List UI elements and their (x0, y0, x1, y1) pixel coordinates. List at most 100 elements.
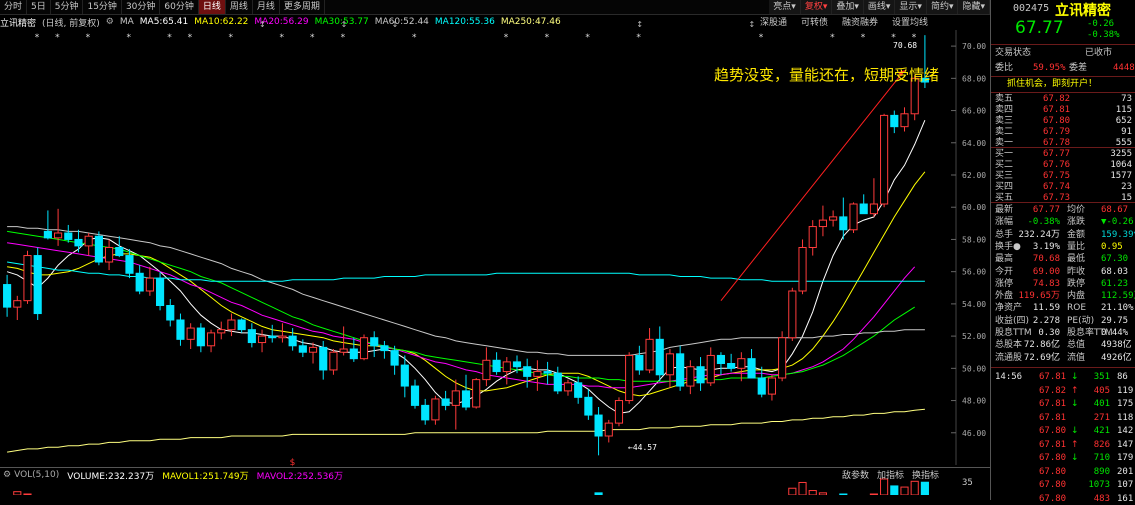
info-marker-icon: ↕ (636, 20, 643, 29)
stat-row: 最高 70.68 最低 67.30 (995, 254, 1135, 265)
candle-body (441, 398, 450, 406)
order-book-level: 卖五 (995, 94, 1014, 104)
stat-row: 外盘 119.65万内盘 112.59万 (995, 291, 1135, 302)
price-axis-label: 66.00 (962, 107, 986, 116)
event-marker-icon: * (504, 33, 509, 43)
candle-body (349, 348, 358, 360)
volume-bar (818, 492, 827, 495)
stat-value: ▼-0.26 (1101, 217, 1134, 228)
candle-body (584, 396, 593, 416)
tick-volume: 421 (1093, 426, 1110, 436)
order-book-level: 买四 (995, 182, 1014, 192)
open-account-link[interactable]: 抓住机会，即刻开户！ (1007, 79, 1135, 90)
tick-count: 86 (1117, 372, 1128, 382)
info-marker-icon: ↕ (259, 20, 266, 29)
stat-value: 0.95 (1101, 241, 1123, 252)
tick-row: 67.80 890 201 (995, 467, 1135, 478)
candle-body (105, 247, 114, 263)
last-price: 67.77 (1015, 18, 1064, 38)
stat-row: 总手 232.24万金额 159.39亿 (995, 230, 1135, 241)
stat-value: 72.86亿 (1023, 340, 1060, 351)
candle-body (278, 335, 287, 339)
candle-body (778, 337, 787, 379)
volume-tool-button[interactable]: 敌参数 (842, 468, 869, 481)
volume-bar (13, 491, 22, 495)
candle-body (3, 284, 12, 308)
price-axis-label: 50.00 (962, 364, 986, 373)
tick-row: 67.81 271 118 (995, 413, 1135, 424)
tick-count: 107 (1117, 480, 1134, 490)
order-book-price: 67.80 (1043, 116, 1071, 126)
quote-panel: 002475 立讯精密 67.77 -0.26 -0.38% 交易状态 已收市 … (990, 0, 1135, 504)
tick-row: 67.81 ↓ 401 175 (995, 399, 1135, 410)
candle-body (635, 354, 644, 371)
event-marker-icon: * (861, 33, 866, 43)
event-marker-icon: * (545, 33, 550, 43)
candle-body (716, 354, 726, 365)
order-book-price: 67.73 (1043, 193, 1071, 203)
candle-body (115, 247, 124, 257)
volume-bar (594, 492, 603, 495)
event-marker-icon: * (585, 33, 590, 43)
event-marker-icon: * (35, 33, 40, 43)
ma-line-ma60 (7, 226, 925, 356)
stat-value: 70.68 (1032, 254, 1060, 265)
candle-body (410, 385, 420, 406)
low-price-label-arrow: ←44.57 (628, 443, 657, 452)
candle-body (186, 327, 195, 340)
event-marker-icon: * (830, 33, 835, 43)
divider (991, 367, 1135, 368)
stat-label: 涨幅 (995, 217, 1014, 228)
candle-body (461, 390, 471, 408)
stat-label: 净资产 (995, 303, 1023, 314)
info-marker-icon: ↕ (392, 20, 399, 29)
event-marker-icon: * (86, 33, 91, 43)
tick-price: 67.80 (1039, 453, 1067, 463)
order-book-row: 卖二 67.79 91 (995, 127, 1135, 138)
candle-body (645, 338, 654, 371)
tick-volume: 483 (1093, 493, 1110, 504)
candle-body (125, 255, 134, 274)
tick-price: 67.80 (1039, 480, 1067, 490)
tick-price: 67.81 (1039, 399, 1067, 409)
order-book-row: 卖四 67.81 115 (995, 105, 1135, 116)
candle-body (604, 422, 613, 437)
tick-count: 179 (1117, 453, 1134, 463)
volume-settings-icon[interactable]: ⚙ (3, 470, 11, 480)
stat-value: 0.44% (1101, 328, 1129, 338)
stat-row: 总股本 72.86亿 总值 4938亿 (995, 340, 1135, 351)
tick-direction-icon: ↓ (1071, 426, 1079, 436)
order-book-volume: 15 (1121, 193, 1132, 203)
stat-label: 金额 (1067, 229, 1086, 240)
order-book-row: 买四 67.74 23 (995, 182, 1135, 193)
candle-body (155, 277, 165, 307)
high-price-label: 70.68 (893, 41, 918, 50)
volume-tools: 敌参数 加指标 换指标 (842, 468, 947, 481)
candle-body (370, 337, 379, 347)
chart-annotation: 趋势没变，量能还在，短期受情绪 (714, 66, 940, 84)
event-marker-icon: * (126, 33, 131, 43)
tick-count: 147 (1117, 439, 1134, 450)
candle-body (400, 364, 409, 387)
candle-body (594, 414, 603, 437)
volume-tool-button[interactable]: 换指标 (912, 468, 939, 481)
stat-label: 换手● (995, 241, 1021, 252)
candle-body (859, 203, 868, 215)
volume-bar (808, 490, 817, 495)
price-axis-label: 56.00 (962, 268, 986, 277)
candle-body (268, 335, 277, 339)
price-axis-label: 68.00 (962, 74, 986, 83)
tick-price: 67.81 (1039, 439, 1067, 450)
order-book-price: 67.75 (1043, 171, 1071, 181)
tick-direction-icon: ↑ (1071, 439, 1079, 450)
order-book-price: 67.74 (1043, 182, 1071, 192)
candle-body (421, 404, 430, 421)
tick-time: 14:56 (995, 372, 1023, 382)
volume-bar (798, 481, 807, 495)
order-book-level: 卖二 (995, 127, 1014, 137)
order-book-volume: 23 (1121, 182, 1132, 192)
order-book-row: 卖五 67.82 73 (995, 94, 1135, 105)
volume-tool-button[interactable]: 加指标 (877, 468, 904, 481)
order-book-price: 67.78 (1043, 138, 1071, 148)
price-axis-label: 52.00 (962, 332, 986, 341)
